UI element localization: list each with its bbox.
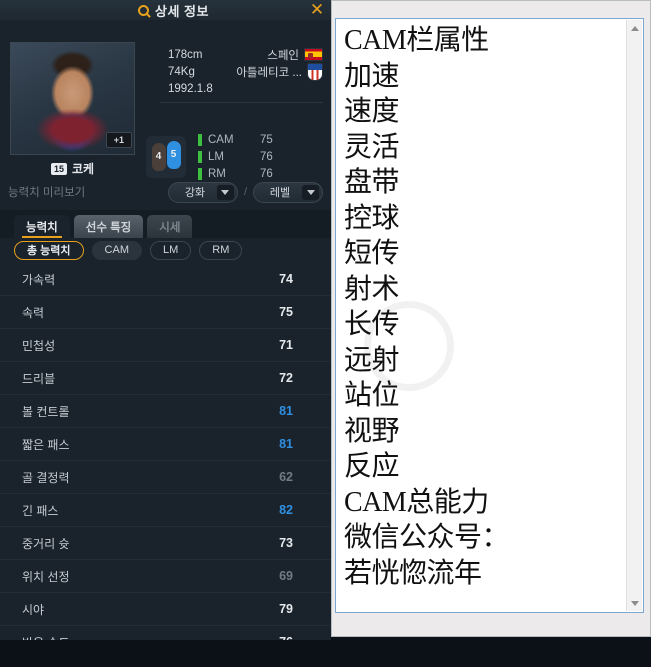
stat-name: 짧은 패스 [22,437,70,452]
stat-name: 골 결정력 [22,470,70,485]
stat-value: 72 [279,371,293,385]
position-bar-icon [198,150,202,163]
stat-value: 75 [279,305,293,319]
subtab-bar: 총 능력치 CAM LM RM [0,238,331,262]
subtab-rm[interactable]: RM [199,240,243,260]
bio-row-birthdate: 1992.1.8 [168,80,323,97]
stat-name: 속력 [22,305,45,320]
scroll-down-arrow-icon[interactable] [627,595,643,611]
position-name: CAM [208,133,234,146]
level-dropdown-label: 레벨 [269,187,291,199]
foot-ratings: 4 5 [146,135,186,178]
magnifier-icon [138,4,150,16]
position-rating: 75 [260,133,273,146]
player-club: 아틀레티코 ... [236,66,302,79]
table-row: 가속력 74 [0,263,331,296]
stat-value: 69 [279,569,293,583]
player-photo: +1 [10,42,135,155]
table-row: 위치 선정 69 [0,560,331,593]
close-icon[interactable]: ✕ [309,1,325,19]
panel-title: 상세 정보 [155,3,209,19]
position-block: 4 5 CAM 75 LM 76 RM 76 [146,132,273,181]
stat-value: 81 [279,404,293,418]
stat-name: 위치 선정 [22,569,70,584]
stat-name: 민첩성 [22,338,56,353]
tab-abilities[interactable]: 능력치 [14,215,70,238]
screen-root: 상세 정보 ✕ +1 15 코케 178cm 스페인 74Kg 아틀레티코 ..… [0,0,651,667]
stat-name: 볼 컨트롤 [22,404,70,419]
stat-value: 76 [279,635,293,640]
table-row: 드리블 72 [0,362,331,395]
stat-name: 드리블 [22,371,56,386]
stat-value: 79 [279,602,293,616]
atletico-crest-icon [307,62,323,81]
player-height: 178cm [168,48,203,61]
player-weight: 74Kg [168,65,195,78]
subtab-cam[interactable]: CAM [91,240,142,260]
player-header: +1 15 코케 178cm 스페인 74Kg 아틀레티코 ... 1992.1… [0,20,331,180]
stat-name: 긴 패스 [22,503,59,518]
stat-name: 반응 속도 [22,634,279,641]
dropdown-separator: / [243,186,247,198]
player-bio: 178cm 스페인 74Kg 아틀레티코 ... 1992.1.8 [168,46,323,97]
position-rating-list: CAM 75 LM 76 RM 76 [198,132,273,181]
header-divider [160,102,323,103]
stat-name: 중거리 슛 [22,536,70,551]
list-item: CAM 75 [198,132,273,147]
position-name: LM [208,150,224,163]
jersey-number: 15 [50,162,67,175]
player-detail-panel: 상세 정보 ✕ +1 15 코케 178cm 스페인 74Kg 아틀레티코 ..… [0,0,331,640]
stat-value: 71 [279,338,293,352]
table-row: 골 결정력 62 [0,461,331,494]
stat-name: 시야 [22,602,45,617]
table-row: 짧은 패스 81 [0,428,331,461]
table-row: 속력 75 [0,296,331,329]
list-item: LM 76 [198,149,273,164]
notepad-text-area-container[interactable]: CAM栏属性 加速 速度 灵活 盘带 控球 短传 射术 长传 远射 站位 视野 … [335,18,644,613]
player-upgrade-badge: +1 [105,132,132,148]
table-row: 중거리 슛 73 [0,527,331,560]
weak-foot-icon: 4 [151,142,166,171]
player-nation: 스페인 [267,49,299,62]
tab-traits[interactable]: 선수 특징 [73,215,144,238]
bio-row-height-nation: 178cm 스페인 [168,46,323,63]
table-row: 민첩성 71 [0,329,331,362]
position-rating: 76 [260,150,273,163]
chevron-down-icon[interactable] [302,184,319,200]
scrollbar[interactable] [626,20,642,611]
stat-value: 62 [279,470,293,484]
subtab-lm[interactable]: LM [150,240,192,260]
ability-preview-row: 능력치 미리보기 강화 / 레벨 [0,177,331,207]
player-birthdate: 1992.1.8 [168,82,213,95]
ability-preview-label: 능력치 미리보기 [8,187,86,199]
notepad-text[interactable]: CAM栏属性 加速 速度 灵活 盘带 控球 短传 射术 长传 远射 站位 视野 … [344,23,621,610]
notepad-window: CAM栏属性 加速 速度 灵活 盘带 控球 短传 射术 长传 远射 站位 视野 … [331,0,651,637]
table-row: 볼 컨트롤 81 [0,395,331,428]
position-bar-icon [198,133,202,146]
player-name: 코케 [71,162,95,176]
stat-value: 74 [279,272,293,286]
stats-list: 가속력 74 속력 75 민첩성 71 드리블 72 볼 컨트롤 81 짧은 패… [0,263,331,640]
skill-moves-icon: 5 [166,140,181,169]
tab-bar: 능력치 선수 특징 시세 [0,210,331,238]
subtab-total-ability[interactable]: 총 능력치 [14,240,84,260]
chevron-down-icon[interactable] [216,184,234,200]
enhance-dropdown[interactable]: 강화 [167,181,238,203]
desktop-background-bottom [0,637,651,667]
panel-titlebar: 상세 정보 ✕ [0,0,331,20]
table-row: 반응 속도 76 [0,626,331,640]
spain-flag-icon [304,48,323,61]
table-row: 긴 패스 82 [0,494,331,527]
bio-row-weight-club: 74Kg 아틀레티코 ... [168,62,323,81]
stat-value: 81 [279,437,293,451]
level-dropdown[interactable]: 레벨 [253,181,323,203]
player-name-row: 15 코케 [10,160,135,177]
table-row: 시야 79 [0,593,331,626]
scroll-up-arrow-icon[interactable] [627,20,643,36]
enhance-dropdown-label: 강화 [184,187,206,199]
stat-name: 가속력 [22,272,56,287]
stat-value: 73 [279,536,293,550]
stat-value: 82 [279,503,293,517]
tab-market-price[interactable]: 시세 [147,215,193,238]
